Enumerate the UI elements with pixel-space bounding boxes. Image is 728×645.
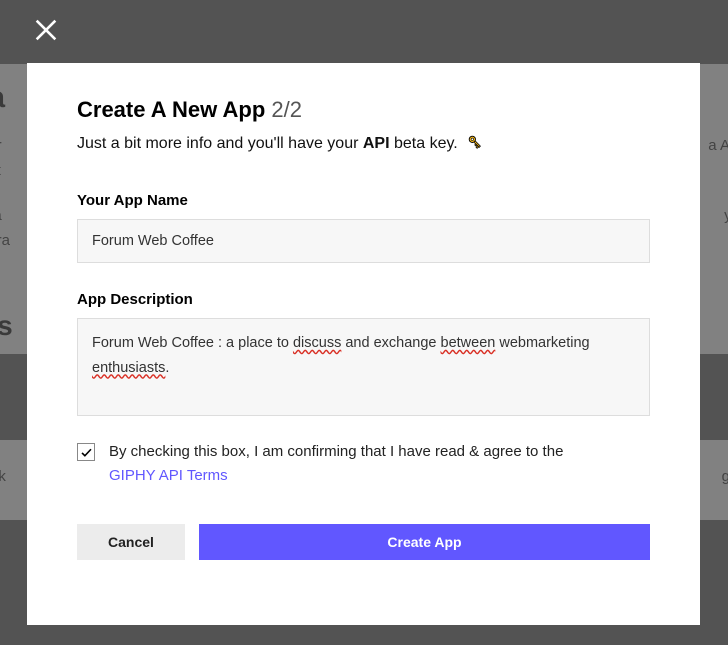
app-name-input[interactable] [77,219,650,263]
button-row: Cancel Create App [77,524,650,560]
modal-subtitle: Just a bit more info and you'll have you… [77,133,650,156]
api-terms-link[interactable]: GIPHY API Terms [109,467,228,484]
modal-title: Create A New App 2/2 [77,97,650,123]
create-app-modal: Create A New App 2/2 Just a bit more inf… [27,63,700,625]
create-app-button[interactable]: Create App [199,524,650,560]
close-icon[interactable] [32,16,60,44]
modal-title-text: Create A New App [77,97,265,122]
terms-checkbox[interactable] [77,443,95,461]
cancel-button[interactable]: Cancel [77,524,185,560]
app-description-label: App Description [77,291,650,308]
consent-text: By checking this box, I am confirming th… [109,440,563,488]
modal-step: 2/2 [271,97,302,122]
page-overlay: oa our a AP bet rea yo ogra ps s lik g y… [0,0,728,645]
consent-row: By checking this box, I am confirming th… [77,440,650,488]
app-description-input[interactable]: Forum Web Coffee : a place to discuss an… [77,318,650,416]
key-icon [466,133,484,156]
app-name-label: Your App Name [77,192,650,209]
